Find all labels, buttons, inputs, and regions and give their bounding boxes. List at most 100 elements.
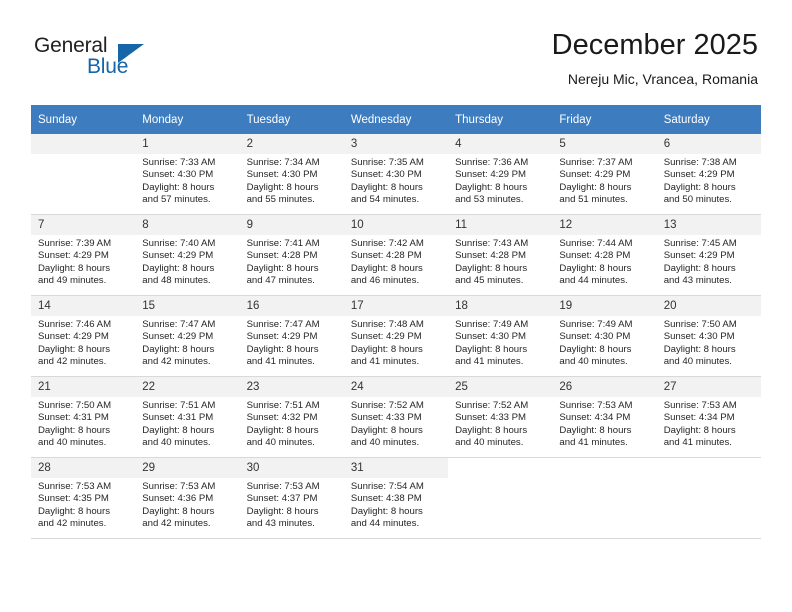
calendar-day-cell[interactable]: 18 Sunrise: 7:49 AM Sunset: 4:30 PM Dayligh… xyxy=(448,295,553,377)
day-details: Sunrise: 7:46 AM Sunset: 4:29 PM Daylight:… xyxy=(31,316,135,369)
calendar-day-cell[interactable]: 28 Sunrise: 7:53 AM Sunset: 4:35 PM Dayligh… xyxy=(31,457,136,539)
daylight-text: Daylight: 8 hours xyxy=(246,262,319,274)
calendar-day-cell[interactable]: 24 Sunrise: 7:52 AM Sunset: 4:33 PM Dayligh… xyxy=(343,376,449,458)
day-number: 10 xyxy=(343,215,449,235)
day-details: Sunrise: 7:53 AM Sunset: 4:34 PM Daylight:… xyxy=(657,397,761,450)
calendar-day-cell[interactable]: 4 Sunrise: 7:36 AM Sunset: 4:29 PM Daylight… xyxy=(448,134,553,215)
calendar-day-cell[interactable]: 25 Sunrise: 7:52 AM Sunset: 4:33 PM Dayligh… xyxy=(448,376,553,458)
day-number: 27 xyxy=(656,377,761,397)
daylight-text-cont: and 44 minutes. xyxy=(559,275,628,287)
weekday-header-tuesday: Tuesday xyxy=(239,105,344,134)
calendar-day-cell[interactable]: 16 Sunrise: 7:47 AM Sunset: 4:29 PM Dayligh… xyxy=(239,295,344,377)
calendar-day-cell[interactable]: 19 Sunrise: 7:49 AM Sunset: 4:30 PM Dayligh… xyxy=(552,295,657,377)
sunset-text: Sunset: 4:29 PM xyxy=(663,169,735,181)
sunset-text: Sunset: 4:32 PM xyxy=(246,412,318,424)
day-details: Sunrise: 7:50 AM Sunset: 4:30 PM Daylight:… xyxy=(657,316,761,369)
sunset-text: Sunset: 4:31 PM xyxy=(38,412,109,424)
calendar-day-cell[interactable]: 6 Sunrise: 7:38 AM Sunset: 4:29 PM Daylight… xyxy=(656,134,761,215)
daylight-text: Daylight: 8 hours xyxy=(142,181,215,193)
daylight-text-cont: and 41 minutes. xyxy=(559,437,628,449)
day-number xyxy=(552,458,657,478)
calendar-day-cell[interactable]: 14 Sunrise: 7:46 AM Sunset: 4:29 PM Dayligh… xyxy=(31,295,136,377)
day-number: 4 xyxy=(448,134,553,154)
day-details: Sunrise: 7:44 AM Sunset: 4:28 PM Daylight:… xyxy=(552,235,656,288)
calendar-day-cell[interactable]: 26 Sunrise: 7:53 AM Sunset: 4:34 PM Dayligh… xyxy=(552,376,657,458)
day-details: Sunrise: 7:43 AM Sunset: 4:28 PM Daylight:… xyxy=(448,235,552,288)
day-number xyxy=(448,458,553,478)
day-details: Sunrise: 7:53 AM Sunset: 4:34 PM Daylight:… xyxy=(552,397,656,450)
day-number: 26 xyxy=(552,377,657,397)
weekday-header-monday: Monday xyxy=(135,105,240,134)
calendar-day-cell[interactable]: 27 Sunrise: 7:53 AM Sunset: 4:34 PM Dayligh… xyxy=(656,376,761,458)
daylight-text: Daylight: 8 hours xyxy=(663,262,736,274)
calendar-day-cell[interactable]: 10 Sunrise: 7:42 AM Sunset: 4:28 PM Dayligh… xyxy=(343,214,449,296)
calendar-day-cell[interactable]: 30 Sunrise: 7:53 AM Sunset: 4:37 PM Dayligh… xyxy=(239,457,344,539)
day-number: 30 xyxy=(239,458,344,478)
day-number: 6 xyxy=(656,134,761,154)
calendar-day-cell[interactable]: 23 Sunrise: 7:51 AM Sunset: 4:32 PM Dayligh… xyxy=(239,376,344,458)
daylight-text-cont: and 40 minutes. xyxy=(38,437,107,449)
calendar-day-cell[interactable]: 5 Sunrise: 7:37 AM Sunset: 4:29 PM Daylight… xyxy=(552,134,657,215)
daylight-text-cont: and 40 minutes. xyxy=(663,356,732,368)
day-details: Sunrise: 7:34 AM Sunset: 4:30 PM Daylight:… xyxy=(240,154,344,207)
day-details: Sunrise: 7:47 AM Sunset: 4:29 PM Daylight:… xyxy=(240,316,344,369)
daylight-text-cont: and 44 minutes. xyxy=(350,518,420,530)
calendar-week-row: 7 Sunrise: 7:39 AM Sunset: 4:29 PM Daylight… xyxy=(31,214,761,296)
calendar-day-cell[interactable]: 17 Sunrise: 7:48 AM Sunset: 4:29 PM Dayligh… xyxy=(343,295,449,377)
day-number: 29 xyxy=(135,458,240,478)
sunrise-text: Sunrise: 7:43 AM xyxy=(455,238,529,249)
daylight-text: Daylight: 8 hours xyxy=(350,505,423,517)
calendar-day-cell[interactable]: 21 Sunrise: 7:50 AM Sunset: 4:31 PM Dayligh… xyxy=(31,376,136,458)
calendar-day-cell[interactable]: 2 Sunrise: 7:34 AM Sunset: 4:30 PM Daylight… xyxy=(239,134,344,215)
calendar-day-cell[interactable]: 20 Sunrise: 7:50 AM Sunset: 4:30 PM Dayligh… xyxy=(656,295,761,377)
calendar-day-cell[interactable]: 31 Sunrise: 7:54 AM Sunset: 4:38 PM Dayligh… xyxy=(343,457,449,539)
day-number: 3 xyxy=(343,134,449,154)
day-details: Sunrise: 7:53 AM Sunset: 4:36 PM Daylight:… xyxy=(135,478,239,531)
sunset-text: Sunset: 4:33 PM xyxy=(455,412,527,424)
day-number: 19 xyxy=(552,296,657,316)
sunset-text: Sunset: 4:29 PM xyxy=(663,250,735,262)
sunrise-text: Sunrise: 7:38 AM xyxy=(663,157,737,168)
day-details: Sunrise: 7:52 AM Sunset: 4:33 PM Daylight:… xyxy=(344,397,448,450)
sunrise-text: Sunrise: 7:51 AM xyxy=(142,400,216,411)
daylight-text: Daylight: 8 hours xyxy=(246,424,319,436)
calendar-day-cell[interactable]: 11 Sunrise: 7:43 AM Sunset: 4:28 PM Dayligh… xyxy=(448,214,553,296)
sunrise-text: Sunrise: 7:47 AM xyxy=(142,319,216,330)
daylight-text: Daylight: 8 hours xyxy=(38,262,110,274)
sunrise-text: Sunrise: 7:44 AM xyxy=(559,238,633,249)
calendar-body: 1 Sunrise: 7:33 AM Sunset: 4:30 PM Daylight… xyxy=(31,134,761,539)
sunrise-text: Sunrise: 7:34 AM xyxy=(246,157,320,168)
day-number: 21 xyxy=(31,377,136,397)
daylight-text: Daylight: 8 hours xyxy=(663,343,736,355)
weekday-header-thursday: Thursday xyxy=(448,105,553,134)
calendar-day-cell[interactable]: 22 Sunrise: 7:51 AM Sunset: 4:31 PM Dayligh… xyxy=(135,376,240,458)
sunset-text: Sunset: 4:30 PM xyxy=(455,331,527,343)
weekday-header-saturday: Saturday xyxy=(656,105,761,134)
daylight-text-cont: and 49 minutes. xyxy=(38,275,107,287)
calendar-day-cell[interactable]: 9 Sunrise: 7:41 AM Sunset: 4:28 PM Daylight… xyxy=(239,214,344,296)
sunset-text: Sunset: 4:28 PM xyxy=(559,250,631,262)
sunset-text: Sunset: 4:28 PM xyxy=(455,250,527,262)
calendar-day-cell[interactable]: 15 Sunrise: 7:47 AM Sunset: 4:29 PM Dayligh… xyxy=(135,295,240,377)
day-details: Sunrise: 7:39 AM Sunset: 4:29 PM Daylight:… xyxy=(31,235,135,288)
calendar-day-cell[interactable]: 12 Sunrise: 7:44 AM Sunset: 4:28 PM Dayligh… xyxy=(552,214,657,296)
day-details: Sunrise: 7:51 AM Sunset: 4:32 PM Daylight:… xyxy=(240,397,344,450)
calendar-day-cell[interactable]: 13 Sunrise: 7:45 AM Sunset: 4:29 PM Dayligh… xyxy=(656,214,761,296)
sunrise-text: Sunrise: 7:54 AM xyxy=(350,481,424,492)
sunrise-text: Sunrise: 7:48 AM xyxy=(350,319,424,330)
day-details: Sunrise: 7:53 AM Sunset: 4:35 PM Daylight:… xyxy=(31,478,135,531)
sunrise-text: Sunrise: 7:50 AM xyxy=(663,319,737,330)
calendar-day-cell[interactable]: 3 Sunrise: 7:35 AM Sunset: 4:30 PM Daylight… xyxy=(343,134,449,215)
sunset-text: Sunset: 4:34 PM xyxy=(559,412,631,424)
calendar-day-cell[interactable]: 8 Sunrise: 7:40 AM Sunset: 4:29 PM Daylight… xyxy=(135,214,240,296)
calendar-day-cell[interactable]: 29 Sunrise: 7:53 AM Sunset: 4:36 PM Dayligh… xyxy=(135,457,240,539)
day-details: Sunrise: 7:47 AM Sunset: 4:29 PM Daylight:… xyxy=(135,316,239,369)
sunset-text: Sunset: 4:30 PM xyxy=(350,169,422,181)
calendar-day-cell[interactable]: 7 Sunrise: 7:39 AM Sunset: 4:29 PM Daylight… xyxy=(31,214,136,296)
sunrise-text: Sunrise: 7:53 AM xyxy=(246,481,320,492)
page-title: December 2025 xyxy=(551,29,758,61)
daylight-text-cont: and 42 minutes. xyxy=(38,356,107,368)
brand-logo[interactable]: General Blue xyxy=(34,34,214,84)
calendar-day-cell[interactable]: 1 Sunrise: 7:33 AM Sunset: 4:30 PM Daylight… xyxy=(135,134,240,215)
daylight-text-cont: and 54 minutes. xyxy=(350,194,420,206)
